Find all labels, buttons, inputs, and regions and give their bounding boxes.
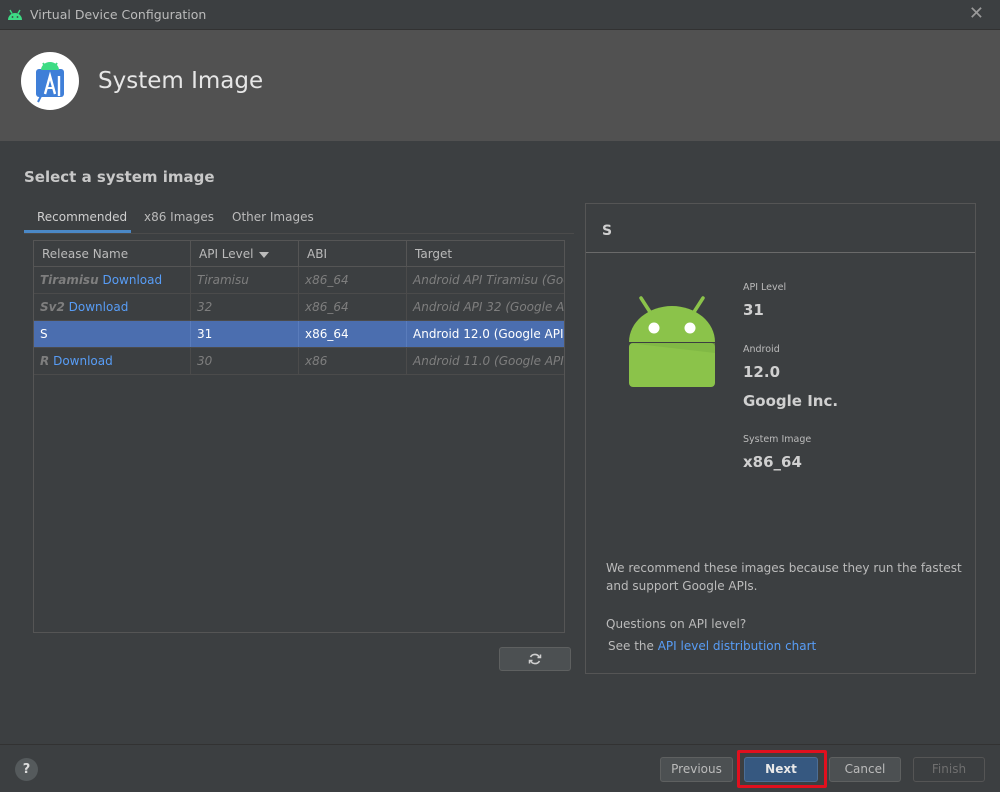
api-level-cell: 31	[191, 321, 299, 347]
tab-other-images[interactable]: Other Images	[232, 210, 314, 224]
active-tab-indicator	[24, 230, 131, 233]
column-header-api-level[interactable]: API Level	[191, 241, 299, 267]
page-title: System Image	[98, 68, 264, 94]
column-header-release-name[interactable]: Release Name	[34, 241, 191, 267]
abi-cell: x86_64	[299, 321, 407, 347]
image-tabs: Recommended x86 Images Other Images	[24, 206, 574, 234]
abi-cell: x86	[299, 348, 407, 374]
footer-divider	[0, 744, 1000, 745]
vendor-value: Google Inc.	[743, 392, 839, 410]
table-row[interactable]: Tiramisu Download Tiramisu x86_64 Androi…	[34, 267, 564, 294]
tab-recommended[interactable]: Recommended	[37, 210, 127, 224]
recommendation-text: We recommend these images because they r…	[606, 561, 962, 593]
download-link[interactable]: Download	[102, 273, 162, 287]
table-row[interactable]: Sv2 Download 32 x86_64 Android API 32 (G…	[34, 294, 564, 321]
release-name: S	[40, 327, 48, 341]
system-image-value: x86_64	[743, 453, 802, 471]
android-version-value: 12.0	[743, 363, 781, 381]
table-row-selected[interactable]: S 31 x86_64 Android 12.0 (Google APIs)	[34, 321, 564, 348]
api-level-cell: Tiramisu	[191, 267, 299, 293]
wizard-header: System Image	[0, 30, 1000, 141]
section-title: Select a system image	[24, 168, 215, 186]
android-head-icon	[8, 9, 22, 20]
close-icon[interactable]: ✕	[969, 3, 984, 24]
release-name: R	[40, 354, 50, 368]
previous-button[interactable]: Previous	[660, 757, 733, 782]
cancel-button[interactable]: Cancel	[829, 757, 901, 782]
api-level-label: API Level	[743, 282, 787, 293]
see-the-text: See the	[608, 639, 654, 653]
abi-cell: x86_64	[299, 267, 407, 293]
api-level-cell: 30	[191, 348, 299, 374]
divider	[586, 252, 975, 253]
table-row[interactable]: R Download 30 x86 Android 11.0 (Google A…	[34, 348, 564, 375]
system-image-label: System Image	[743, 434, 812, 445]
target-cell: Android 12.0 (Google APIs)	[413, 327, 564, 341]
tab-x86-images[interactable]: x86 Images	[144, 210, 214, 224]
android-head-icon	[629, 296, 715, 387]
target-cell: Android API Tiramisu (Google APIs)	[413, 273, 564, 287]
api-level-value: 31	[743, 301, 764, 319]
download-link[interactable]: Download	[69, 300, 129, 314]
window-title: Virtual Device Configuration	[30, 7, 207, 22]
column-header-target[interactable]: Target	[407, 241, 564, 267]
help-icon[interactable]: ?	[15, 758, 38, 781]
android-studio-logo-icon	[21, 52, 79, 110]
api-level-question: Questions on API level?	[606, 617, 747, 631]
column-header-abi[interactable]: ABI	[299, 241, 407, 267]
system-image-detail-panel: S API Level 31 Android 12.0 Google Inc. …	[585, 203, 976, 674]
api-level-distribution-chart-link[interactable]: API level distribution chart	[658, 639, 817, 653]
release-name: Sv2	[40, 300, 65, 314]
next-button-highlight-box	[737, 750, 827, 788]
refresh-icon	[528, 653, 542, 665]
table-header: Release Name API Level ABI Target	[34, 241, 564, 267]
finish-button[interactable]: Finish	[913, 757, 985, 782]
api-level-cell: 32	[191, 294, 299, 320]
abi-cell: x86_64	[299, 294, 407, 320]
refresh-button[interactable]	[499, 647, 571, 671]
android-label: Android	[743, 344, 780, 355]
system-image-table: Release Name API Level ABI Target Tirami…	[33, 240, 565, 633]
target-cell: Android 11.0 (Google APIs)	[413, 354, 564, 368]
title-bar: Virtual Device Configuration ✕	[0, 0, 1000, 30]
chart-link-line: See the API level distribution chart	[608, 637, 968, 655]
download-link[interactable]: Download	[53, 354, 113, 368]
sort-desc-icon	[259, 251, 270, 258]
detail-title: S	[602, 223, 613, 239]
target-cell: Android API 32 (Google APIs)	[413, 300, 564, 314]
release-name: Tiramisu	[40, 273, 99, 287]
